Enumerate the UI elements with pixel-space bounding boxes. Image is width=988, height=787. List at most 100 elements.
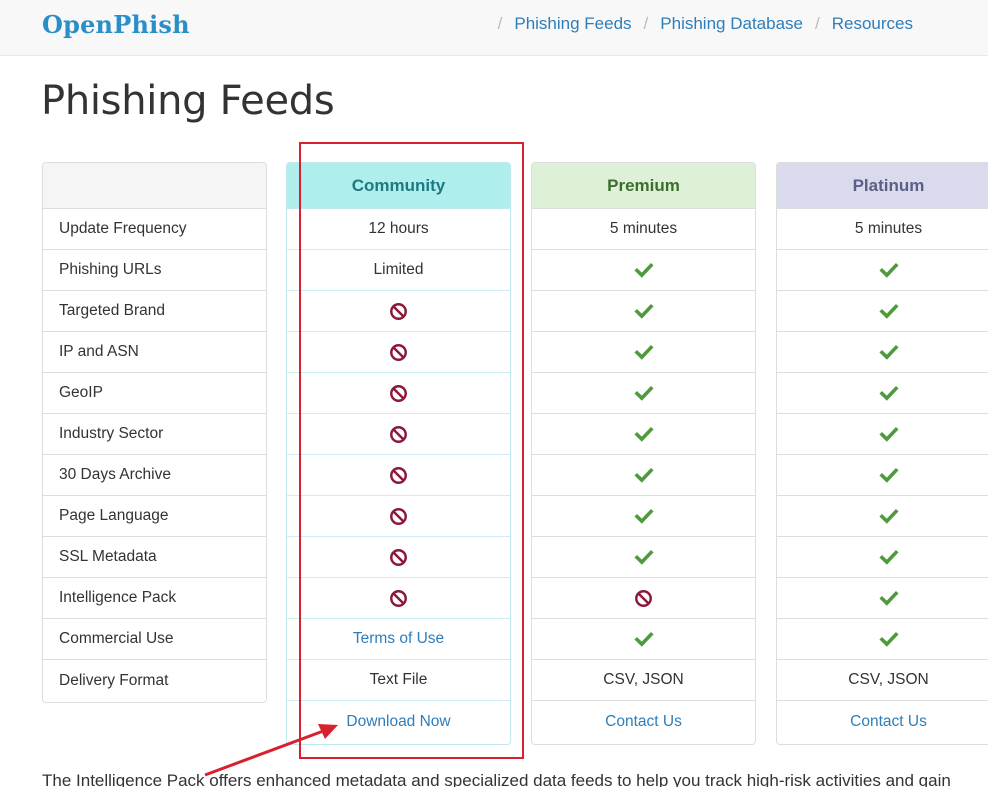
- feature-label-geoip: GeoIP: [43, 373, 266, 414]
- download-now-link[interactable]: Download Now: [346, 713, 450, 731]
- prohibited-icon: [389, 507, 408, 526]
- top-navbar: OpenPhish / Phishing Feeds / Phishing Da…: [0, 0, 988, 56]
- platinum-industry-sector: [777, 414, 988, 455]
- community-phishing-urls: Limited: [287, 250, 510, 291]
- community-page-language: [287, 496, 510, 537]
- prohibited-icon: [389, 548, 408, 567]
- platinum-ip-asn: [777, 332, 988, 373]
- platinum-cta-row: Contact Us: [777, 701, 988, 742]
- platinum-update-frequency: 5 minutes: [777, 209, 988, 250]
- check-icon: [879, 629, 899, 649]
- nav-separator: /: [643, 14, 649, 33]
- premium-targeted-brand: [532, 291, 755, 332]
- feature-label-intelligence-pack: Intelligence Pack: [43, 578, 266, 619]
- prohibited-icon: [634, 589, 653, 608]
- check-icon: [634, 301, 654, 321]
- premium-intelligence-pack: [532, 578, 755, 619]
- premium-update-frequency: 5 minutes: [532, 209, 755, 250]
- intelligence-pack-description: The Intelligence Pack offers enhanced me…: [42, 771, 951, 787]
- platinum-phishing-urls: [777, 250, 988, 291]
- labels-header: [43, 163, 266, 209]
- nav-link-resources[interactable]: Resources: [832, 14, 913, 34]
- prohibited-icon: [389, 589, 408, 608]
- community-delivery-format: Text File: [287, 660, 510, 701]
- plan-column-platinum: Platinum 5 minutes CSV, JSON Contact Us: [776, 162, 988, 745]
- premium-phishing-urls: [532, 250, 755, 291]
- nav-link-phishing-feeds[interactable]: Phishing Feeds: [514, 14, 631, 34]
- check-icon: [879, 506, 899, 526]
- community-targeted-brand: [287, 291, 510, 332]
- plan-header-premium: Premium: [532, 163, 755, 209]
- platinum-commercial-use: [777, 619, 988, 660]
- check-icon: [634, 260, 654, 280]
- premium-ssl-metadata: [532, 537, 755, 578]
- feature-label-industry-sector: Industry Sector: [43, 414, 266, 455]
- premium-geoip: [532, 373, 755, 414]
- community-ip-asn: [287, 332, 510, 373]
- feature-label-ip-asn: IP and ASN: [43, 332, 266, 373]
- check-icon: [879, 424, 899, 444]
- plan-column-premium: Premium 5 minutes CSV, JSON Contact Us: [531, 162, 756, 745]
- check-icon: [879, 342, 899, 362]
- check-icon: [634, 424, 654, 444]
- community-30-days-archive: [287, 455, 510, 496]
- premium-delivery-format: CSV, JSON: [532, 660, 755, 701]
- premium-contact-us-link[interactable]: Contact Us: [605, 713, 682, 731]
- premium-commercial-use: [532, 619, 755, 660]
- plan-header-community: Community: [287, 163, 510, 209]
- nav-separator: /: [497, 14, 503, 33]
- platinum-delivery-format: CSV, JSON: [777, 660, 988, 701]
- feature-label-30-days-archive: 30 Days Archive: [43, 455, 266, 496]
- page-title: Phishing Feeds: [41, 78, 335, 124]
- feature-labels-column: Update Frequency Phishing URLs Targeted …: [42, 162, 267, 703]
- feature-label-phishing-urls: Phishing URLs: [43, 250, 266, 291]
- premium-ip-asn: [532, 332, 755, 373]
- feature-label-targeted-brand: Targeted Brand: [43, 291, 266, 332]
- community-commercial-use: Terms of Use: [287, 619, 510, 660]
- check-icon: [634, 547, 654, 567]
- nav-link-phishing-database[interactable]: Phishing Database: [660, 14, 803, 34]
- feature-label-delivery-format: Delivery Format: [59, 671, 169, 689]
- community-geoip: [287, 373, 510, 414]
- feature-label-update-frequency: Update Frequency: [43, 209, 266, 250]
- premium-industry-sector: [532, 414, 755, 455]
- terms-of-use-link[interactable]: Terms of Use: [353, 630, 444, 648]
- feature-label-commercial-use: Commercial Use: [43, 619, 266, 660]
- check-icon: [879, 260, 899, 280]
- check-icon: [879, 383, 899, 403]
- feature-label-page-language: Page Language: [43, 496, 266, 537]
- community-industry-sector: [287, 414, 510, 455]
- brand-logo-link[interactable]: OpenPhish: [42, 10, 190, 39]
- check-icon: [879, 301, 899, 321]
- check-icon: [879, 547, 899, 567]
- community-update-frequency: 12 hours: [287, 209, 510, 250]
- platinum-30-days-archive: [777, 455, 988, 496]
- platinum-page-language: [777, 496, 988, 537]
- check-icon: [634, 629, 654, 649]
- platinum-geoip: [777, 373, 988, 414]
- platinum-intelligence-pack: [777, 578, 988, 619]
- check-icon: [879, 588, 899, 608]
- premium-30-days-archive: [532, 455, 755, 496]
- community-cta-row: Download Now: [287, 701, 510, 742]
- prohibited-icon: [389, 384, 408, 403]
- check-icon: [634, 465, 654, 485]
- nav-separator: /: [815, 14, 820, 33]
- plan-column-community: Community 12 hours Limited Terms of Use …: [286, 162, 511, 745]
- prohibited-icon: [389, 466, 408, 485]
- community-intelligence-pack: [287, 578, 510, 619]
- platinum-ssl-metadata: [777, 537, 988, 578]
- premium-cta-row: Contact Us: [532, 701, 755, 742]
- check-icon: [634, 342, 654, 362]
- prohibited-icon: [389, 302, 408, 321]
- check-icon: [879, 465, 899, 485]
- prohibited-icon: [389, 425, 408, 444]
- platinum-contact-us-link[interactable]: Contact Us: [850, 713, 927, 731]
- premium-page-language: [532, 496, 755, 537]
- main-nav: / Phishing Feeds / Phishing Database / R…: [486, 14, 913, 34]
- check-icon: [634, 506, 654, 526]
- plan-header-platinum: Platinum: [777, 163, 988, 209]
- platinum-targeted-brand: [777, 291, 988, 332]
- check-icon: [634, 383, 654, 403]
- feature-label-ssl-metadata: SSL Metadata: [43, 537, 266, 578]
